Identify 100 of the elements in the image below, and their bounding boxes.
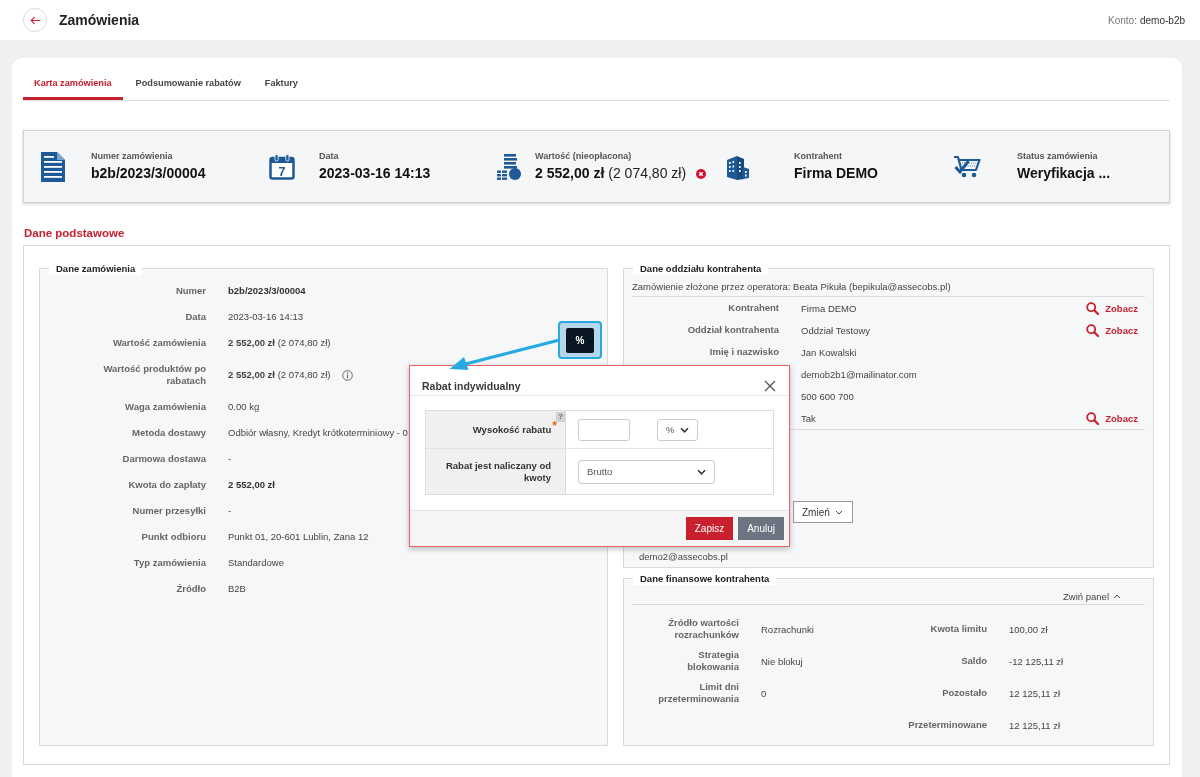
field-label: Wysokość rabatu: [472, 423, 552, 436]
coin-stack-icon: [497, 153, 521, 180]
view-link[interactable]: Zobacz: [1086, 323, 1138, 337]
section-title: Dane podstawowe: [24, 226, 126, 240]
page-title: Zamówienia: [59, 12, 140, 28]
discount-input[interactable]: [578, 418, 630, 441]
search-icon: [1086, 301, 1100, 315]
group-title: Dane oddziału kontrahenta: [633, 262, 769, 275]
field-value: -: [228, 453, 232, 465]
back-button[interactable]: [23, 8, 47, 32]
chevron-up-icon: [1113, 594, 1121, 599]
field-value: 500 600 700: [801, 390, 854, 402]
field-value: Rozrachunki: [761, 623, 814, 635]
field-value: 2 552,00 zł: [228, 479, 275, 491]
field-label: Data: [184, 311, 206, 323]
group-title: Dane zamówienia: [49, 262, 143, 275]
document-icon: [41, 151, 65, 182]
field-label: Typ zamówienia: [132, 557, 206, 569]
field-value: -: [228, 505, 232, 517]
field-label: Kontrahent: [727, 302, 779, 314]
summary-label: Wartość (nieopłacona): [535, 151, 633, 162]
calendar-icon: 7: [269, 153, 295, 180]
summary-value: Firma DEMO: [794, 165, 878, 182]
basis-select[interactable]: Brutto: [578, 459, 715, 484]
account-label: Konto:: [1108, 14, 1137, 26]
field-value: Tak: [801, 412, 816, 424]
view-link[interactable]: Zobacz: [1086, 411, 1138, 425]
field-label: Kwota do zapłaty: [127, 479, 206, 491]
field-value: 12 125,11 zł: [1009, 719, 1061, 731]
field-value: 100,00 zł: [1009, 623, 1048, 635]
field-label: Limit dni przeterminowania: [657, 681, 739, 705]
summary-value: 2023-03-16 14:13: [319, 165, 431, 182]
field-label: Kwota limitu: [930, 623, 987, 635]
field-label: Punkt odbioru: [140, 531, 206, 543]
search-icon: [1086, 411, 1100, 425]
field-value: demob2b1@mailinator.com: [801, 368, 917, 380]
tab[interactable]: Podsumowanie rabatów: [124, 69, 252, 100]
field-label: Przeterminowane: [908, 719, 987, 731]
field-label: Strategia blokowania: [686, 649, 739, 673]
field-value: 0.00 kg: [228, 401, 260, 413]
field-label: Oddział kontrahenta: [686, 324, 779, 336]
cart-check-icon: [953, 154, 983, 179]
field-value: 2023-03-16 14:13: [228, 311, 303, 323]
field-label: Metoda dostawy: [131, 427, 206, 439]
field-value: Nie blokuj: [761, 655, 803, 667]
field-value: 12 125,11 zł: [1009, 687, 1061, 699]
save-button[interactable]: Zapisz: [685, 517, 734, 540]
field-value: Odbiór własny, Kredyt krótkoterminiowy - 0: [228, 427, 408, 439]
chevron-down-icon: [680, 426, 689, 433]
field-label: Źródło: [175, 583, 206, 595]
field-value: Standardowe: [228, 557, 284, 569]
summary-note: (2 074,80 zł): [608, 165, 687, 182]
chevron-down-icon: [697, 468, 706, 475]
cancel-button[interactable]: Anuluj: [738, 517, 784, 540]
field-label: Imię i nazwisko: [708, 346, 779, 358]
unit-select[interactable]: %: [657, 418, 698, 441]
group-title: Dane finansowe kontrahenta: [633, 572, 777, 585]
summary-label: Numer zamówienia: [91, 151, 174, 162]
arrow-left-icon: [29, 15, 41, 25]
tab[interactable]: Faktury: [253, 69, 309, 100]
dialog-title: Rabat indywidualny: [422, 379, 521, 392]
change-button[interactable]: Zmień: [793, 501, 853, 523]
field-value: Punkt 01, 20-601 Lublin, Zana 12: [228, 531, 369, 543]
field-value: 2 552,00 zł (2 074,80 zł): [228, 369, 331, 381]
field-value: b2b/2023/3/00004: [228, 285, 306, 297]
field-label: Numer: [174, 285, 206, 297]
summary-label: Data: [319, 151, 340, 162]
discount-button[interactable]: %: [566, 327, 594, 353]
field-label: Pozostało: [942, 687, 987, 699]
field-label: Numer przesyłki: [131, 505, 206, 517]
field-label: Wartość zamówienia: [111, 337, 206, 349]
field-value: Oddział Testowy: [801, 324, 870, 336]
field-label: Źródło wartości rozrachunków: [667, 617, 739, 641]
field-label: Saldo: [961, 655, 987, 667]
account-name: demo-b2b: [1139, 14, 1185, 26]
field-label: Darmowa dostawa: [121, 453, 206, 465]
required-mark: *: [552, 421, 557, 431]
field-value: B2B: [228, 583, 246, 595]
field-value: 0: [761, 687, 767, 699]
chevron-down-icon: [834, 509, 843, 515]
summary-value: Weryfikacja ...: [1017, 165, 1111, 182]
view-link[interactable]: Zobacz: [1086, 301, 1138, 315]
search-icon: [1086, 323, 1100, 337]
summary-value: b2b/2023/3/00004: [91, 165, 206, 182]
summary-label: Kontrahent: [794, 151, 843, 162]
field-label: Wartość produktów po rabatach: [102, 363, 206, 387]
field-value: Firma DEMO: [801, 302, 857, 314]
info-icon[interactable]: [342, 369, 354, 381]
close-button[interactable]: [763, 378, 777, 393]
email-text: demo2@assecobs.pl: [639, 550, 728, 563]
collapse-link[interactable]: Zwiń panel: [1063, 590, 1121, 603]
field-value: 2 552,00 zł (2 074,80 zł): [228, 337, 331, 349]
field-value: -12 125,11 zł: [1009, 655, 1064, 667]
summary-label: Status zamówienia: [1017, 151, 1099, 162]
field-value: Jan Kowalski: [801, 346, 857, 358]
close-icon: [764, 379, 776, 392]
tab[interactable]: Karta zamówienia: [23, 69, 123, 100]
field-label: Waga zamówienia: [124, 401, 206, 413]
field-label: Rabat jest naliczany od kwoty: [444, 459, 551, 484]
operator-note: Zamówienie złożone przez operatora: Beata Pikuła (bepikula@assecobs.pl): [632, 280, 951, 293]
